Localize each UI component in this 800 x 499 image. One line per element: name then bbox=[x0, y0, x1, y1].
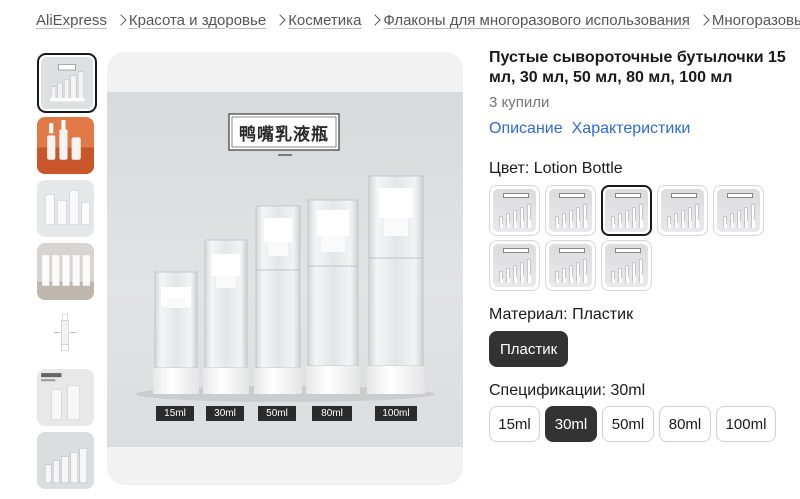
swatch-image bbox=[717, 189, 760, 232]
thumbnail-6[interactable] bbox=[37, 369, 94, 426]
thumbnail-image bbox=[37, 306, 94, 363]
thumbnail-list bbox=[37, 53, 97, 495]
bottle-label-100ml: 100ml bbox=[382, 408, 410, 419]
swatch-image bbox=[493, 244, 536, 287]
thumbnail-image bbox=[37, 369, 94, 426]
color-swatch-6[interactable] bbox=[489, 240, 540, 291]
color-label: Цвет: Lotion Bottle bbox=[489, 160, 623, 177]
swatch-image bbox=[549, 244, 592, 287]
breadcrumb-item-beauty-health[interactable]: Красота и здоровье bbox=[129, 12, 266, 29]
thumbnail-7[interactable] bbox=[37, 432, 94, 489]
bottle-80ml bbox=[306, 199, 360, 394]
product-tabs: Описание Характеристики bbox=[489, 120, 690, 138]
thumbnail-image bbox=[37, 180, 94, 237]
color-swatch-2[interactable] bbox=[545, 185, 596, 236]
thumbnail-3[interactable] bbox=[37, 180, 94, 237]
spec-option-30ml[interactable]: 30ml bbox=[545, 406, 597, 442]
breadcrumb-item-reusable-bottles[interactable]: Флаконы для многоразового использования bbox=[383, 12, 689, 29]
material-option-plastic[interactable]: Пластик bbox=[489, 331, 569, 367]
material-label: Материал: Пластик bbox=[489, 306, 634, 323]
color-swatch-3[interactable] bbox=[601, 185, 652, 236]
bottle-15ml bbox=[153, 271, 199, 394]
thumbnail-5[interactable] bbox=[37, 306, 94, 363]
breadcrumb-item-cosmetics[interactable]: Косметика bbox=[288, 12, 361, 29]
spec-option-50ml[interactable]: 50ml bbox=[602, 406, 654, 442]
swatch-image bbox=[661, 189, 704, 232]
product-title: Пустые сывороточные бутылочки 15 мл, 30 … bbox=[489, 49, 786, 86]
spec-option-80ml[interactable]: 80ml bbox=[659, 406, 711, 442]
spec-option-15ml[interactable]: 15ml bbox=[489, 406, 540, 442]
color-swatch-7[interactable] bbox=[545, 240, 596, 291]
sold-count: 3 купили bbox=[489, 94, 550, 111]
product-photo: 鸭嘴乳液瓶 15ml 30ml 50ml 80ml 100ml bbox=[107, 92, 463, 447]
thumbnail-1[interactable] bbox=[37, 53, 97, 113]
tab-specifications[interactable]: Характеристики bbox=[572, 120, 691, 138]
color-swatch-4[interactable] bbox=[657, 185, 708, 236]
spec-option-100ml[interactable]: 100ml bbox=[716, 406, 776, 442]
spec-options: 15ml 30ml 50ml 80ml 100ml bbox=[489, 406, 776, 442]
bottle-label-50ml: 50ml bbox=[266, 408, 288, 419]
bottle-label-30ml: 30ml bbox=[214, 408, 236, 419]
main-product-image[interactable]: 鸭嘴乳液瓶 15ml 30ml 50ml 80ml 100ml bbox=[107, 52, 463, 485]
color-swatch-8[interactable] bbox=[601, 240, 652, 291]
material-options: Пластик bbox=[489, 331, 569, 367]
bottle-30ml bbox=[203, 239, 249, 394]
breadcrumb-item-aliexpress[interactable]: AliExpress bbox=[36, 12, 107, 29]
swatch-image bbox=[493, 189, 536, 232]
bottle-50ml bbox=[254, 205, 302, 394]
bottle-label-80ml: 80ml bbox=[321, 408, 343, 419]
breadcrumb: AliExpress Красота и здоровье Косметика … bbox=[36, 10, 800, 30]
bottle-100ml bbox=[367, 175, 425, 394]
thumbnail-2[interactable] bbox=[37, 117, 94, 174]
tab-description[interactable]: Описание bbox=[489, 120, 563, 138]
image-chinese-title: 鸭嘴乳液瓶 bbox=[239, 124, 329, 145]
thumbnail-4[interactable] bbox=[37, 243, 94, 300]
swatch-image bbox=[549, 189, 592, 232]
thumbnail-image bbox=[41, 57, 93, 109]
thumbnail-image bbox=[37, 117, 94, 174]
color-swatch-list bbox=[489, 185, 789, 291]
thumbnail-image bbox=[37, 243, 94, 300]
thumbnail-image bbox=[37, 432, 94, 489]
specs-label: Спецификации: 30ml bbox=[489, 382, 646, 399]
bottle-label-15ml: 15ml bbox=[164, 408, 186, 419]
swatch-image bbox=[605, 189, 648, 232]
color-swatch-1[interactable] bbox=[489, 185, 540, 236]
swatch-image bbox=[605, 244, 648, 287]
color-swatch-5[interactable] bbox=[713, 185, 764, 236]
breadcrumb-item-reusable[interactable]: Многоразовые bbox=[712, 12, 800, 29]
